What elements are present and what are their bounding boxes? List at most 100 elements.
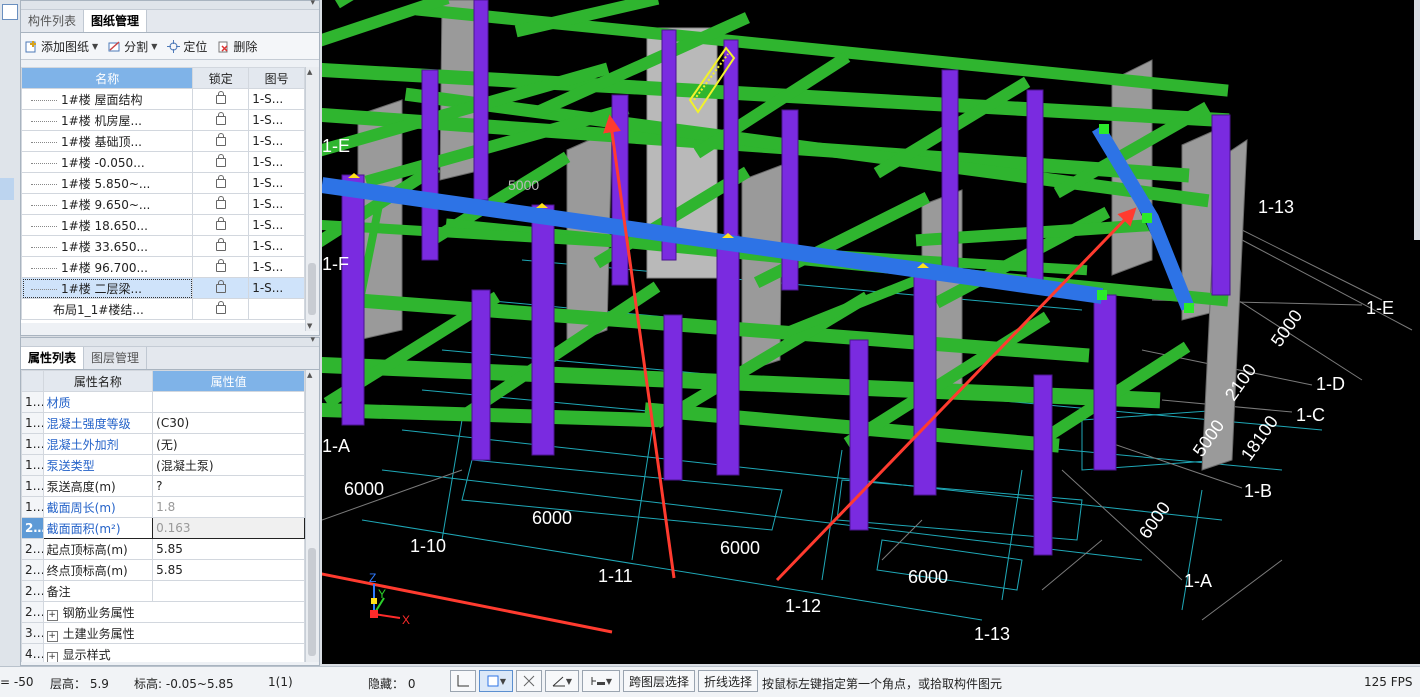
polyline-select-button[interactable]: 折线选择 bbox=[698, 670, 758, 692]
table-row[interactable]: 1#楼 屋面结构 1-S... bbox=[21, 88, 305, 110]
property-value-cell[interactable]: 5.85 bbox=[152, 559, 305, 581]
expand-icon[interactable]: + bbox=[46, 651, 58, 662]
tab-layer-management[interactable]: 图层管理 bbox=[84, 347, 148, 369]
module-icon[interactable] bbox=[2, 4, 18, 20]
property-value-cell[interactable]: 0.163 bbox=[152, 517, 305, 539]
lock-cell[interactable] bbox=[192, 298, 250, 320]
property-row[interactable]: 18 泵送高度(m)? bbox=[21, 475, 305, 497]
property-list-scrollbar[interactable]: ▲ bbox=[305, 370, 319, 662]
drawing-name-cell[interactable]: 1#楼 33.650... bbox=[21, 235, 194, 257]
table-row[interactable]: 1#楼 -0.050... 1-S... bbox=[21, 151, 305, 173]
property-row[interactable]: 34 + 土建业务属性 bbox=[21, 622, 305, 644]
property-row[interactable]: 22 终点顶标高(m) 5.85 bbox=[21, 559, 305, 581]
ortho-toggle-button[interactable] bbox=[450, 670, 476, 692]
drawing-code-cell[interactable]: 1-S... bbox=[248, 277, 305, 299]
drawing-name-cell[interactable]: 1#楼 二层梁... bbox=[21, 277, 194, 299]
drawing-code-cell[interactable]: 1-S... bbox=[248, 172, 305, 194]
drawing-name-cell[interactable]: 布局1_1#楼结... bbox=[21, 298, 194, 320]
lock-cell[interactable] bbox=[192, 235, 250, 257]
table-row[interactable]: 1#楼 96.700... 1-S... bbox=[21, 256, 305, 278]
drawing-code-cell[interactable]: 1-S... bbox=[248, 235, 305, 257]
snap-mode-button[interactable]: ▼ bbox=[479, 670, 513, 692]
drawing-code-cell[interactable] bbox=[248, 298, 305, 320]
drawing-name-cell[interactable]: 1#楼 -0.050... bbox=[21, 151, 194, 173]
property-row[interactable]: 42 + 显示样式 bbox=[21, 643, 305, 662]
property-row[interactable]: 16 混凝土外加剂 (无) bbox=[21, 433, 305, 455]
pin-icon[interactable]: ▾ bbox=[310, 335, 315, 345]
property-row[interactable]: 23 备注 bbox=[21, 580, 305, 602]
split-button[interactable]: 分割 ▼ bbox=[108, 38, 157, 55]
delete-button[interactable]: 删除 bbox=[217, 38, 257, 55]
drawing-name-cell[interactable]: 1#楼 18.650... bbox=[21, 214, 194, 236]
table-row[interactable]: 布局1_1#楼结... bbox=[21, 298, 305, 320]
scroll-thumb[interactable] bbox=[308, 263, 316, 315]
property-row[interactable]: 20 截面面积(m²) 0.163 bbox=[21, 517, 305, 539]
drawing-code-cell[interactable]: 1-S... bbox=[248, 151, 305, 173]
property-value-cell[interactable]: (C30) bbox=[152, 412, 305, 434]
column-header-name[interactable]: 名称 bbox=[21, 67, 194, 89]
drawing-code-cell[interactable]: 1-S... bbox=[248, 256, 305, 278]
column-header-property-value[interactable]: 属性值 bbox=[152, 370, 305, 392]
angle-snap-button[interactable]: ▼ bbox=[545, 670, 579, 692]
table-row[interactable]: 1#楼 33.650... 1-S... bbox=[21, 235, 305, 257]
property-row[interactable]: 24 + 钢筋业务属性 bbox=[21, 601, 305, 623]
tab-property-list[interactable]: 属性列表 bbox=[21, 347, 85, 369]
cross-floor-select-button[interactable]: 跨图层选择 bbox=[623, 670, 695, 692]
table-row[interactable]: 1#楼 基础顶... 1-S... bbox=[21, 130, 305, 152]
locate-button[interactable]: 定位 bbox=[167, 38, 207, 55]
lock-cell[interactable] bbox=[192, 130, 250, 152]
property-row[interactable]: 19 截面周长(m) 1.8 bbox=[21, 496, 305, 518]
drawing-name-cell[interactable]: 1#楼 机房屋... bbox=[21, 109, 194, 131]
table-row[interactable]: 1#楼 机房屋... 1-S... bbox=[21, 109, 305, 131]
property-value-cell[interactable]: (无) bbox=[152, 433, 305, 455]
table-row[interactable]: 1#楼 9.650~... 1-S... bbox=[21, 193, 305, 215]
offset-snap-button[interactable]: ▼ bbox=[582, 670, 620, 692]
drawing-code-cell[interactable]: 1-S... bbox=[248, 130, 305, 152]
expand-icon[interactable]: + bbox=[46, 609, 58, 621]
property-row[interactable]: 21 起点顶标高(m) 5.85 bbox=[21, 538, 305, 560]
drawing-name-cell[interactable]: 1#楼 96.700... bbox=[21, 256, 194, 278]
drawing-name-cell[interactable]: 1#楼 屋面结构 bbox=[21, 88, 194, 110]
drawing-code-cell[interactable]: 1-S... bbox=[248, 214, 305, 236]
property-row[interactable]: 15 混凝土强度等级 (C30) bbox=[21, 412, 305, 434]
property-value-cell[interactable] bbox=[152, 391, 305, 413]
property-value-cell[interactable]: ? bbox=[152, 475, 305, 497]
drawing-name-cell[interactable]: 1#楼 5.850~... bbox=[21, 172, 194, 194]
drawing-name-cell[interactable]: 1#楼 9.650~... bbox=[21, 193, 194, 215]
lock-cell[interactable] bbox=[192, 214, 250, 236]
property-value-cell[interactable]: (混凝土泵) bbox=[152, 454, 305, 476]
lock-cell[interactable] bbox=[192, 277, 250, 299]
table-row[interactable]: 1#楼 二层梁... 1-S... bbox=[21, 277, 305, 299]
tab-drawing-management[interactable]: 图纸管理 bbox=[84, 10, 148, 32]
lock-cell[interactable] bbox=[192, 193, 250, 215]
scroll-thumb[interactable] bbox=[308, 548, 316, 656]
scroll-down-icon[interactable]: ▼ bbox=[307, 322, 312, 330]
table-row[interactable]: 1#楼 5.850~... 1-S... bbox=[21, 172, 305, 194]
lock-cell[interactable] bbox=[192, 172, 250, 194]
drawing-name-cell[interactable]: 1#楼 基础顶... bbox=[21, 130, 194, 152]
table-row[interactable]: 1#楼 18.650... 1-S... bbox=[21, 214, 305, 236]
column-header-property-name[interactable]: 属性名称 bbox=[42, 370, 154, 392]
property-value-cell[interactable]: 5.85 bbox=[152, 538, 305, 560]
drawing-list-scrollbar[interactable]: ▲ ▼ bbox=[305, 67, 319, 331]
pin-icon[interactable]: ▾ bbox=[310, 0, 315, 8]
3d-viewport[interactable]: 1-E 1-F 1-A 1-10 1-11 1-12 1-13 1-13 1-E… bbox=[322, 0, 1420, 664]
add-drawing-button[interactable]: 添加图纸 ▼ bbox=[25, 38, 98, 55]
scroll-up-icon[interactable]: ▲ bbox=[307, 68, 312, 76]
lock-cell[interactable] bbox=[192, 109, 250, 131]
property-value-cell[interactable]: 1.8 bbox=[152, 496, 305, 518]
lock-cell[interactable] bbox=[192, 151, 250, 173]
lock-cell[interactable] bbox=[192, 88, 250, 110]
lock-cell[interactable] bbox=[192, 256, 250, 278]
column-header-code[interactable]: 图号 bbox=[248, 67, 305, 89]
expand-icon[interactable]: + bbox=[46, 630, 58, 642]
drawing-code-cell[interactable]: 1-S... bbox=[248, 88, 305, 110]
property-row[interactable]: 17 泵送类型 (混凝土泵) bbox=[21, 454, 305, 476]
column-header-lock[interactable]: 锁定 bbox=[192, 67, 250, 89]
cross-snap-button[interactable] bbox=[516, 670, 542, 692]
tab-component-list[interactable]: 构件列表 bbox=[21, 10, 85, 32]
structure-model[interactable]: 1-E 1-F 1-A 1-10 1-11 1-12 1-13 1-13 1-E… bbox=[322, 0, 1420, 664]
scroll-up-icon[interactable]: ▲ bbox=[307, 371, 312, 379]
drawing-code-cell[interactable]: 1-S... bbox=[248, 193, 305, 215]
property-value-cell[interactable] bbox=[152, 580, 305, 602]
